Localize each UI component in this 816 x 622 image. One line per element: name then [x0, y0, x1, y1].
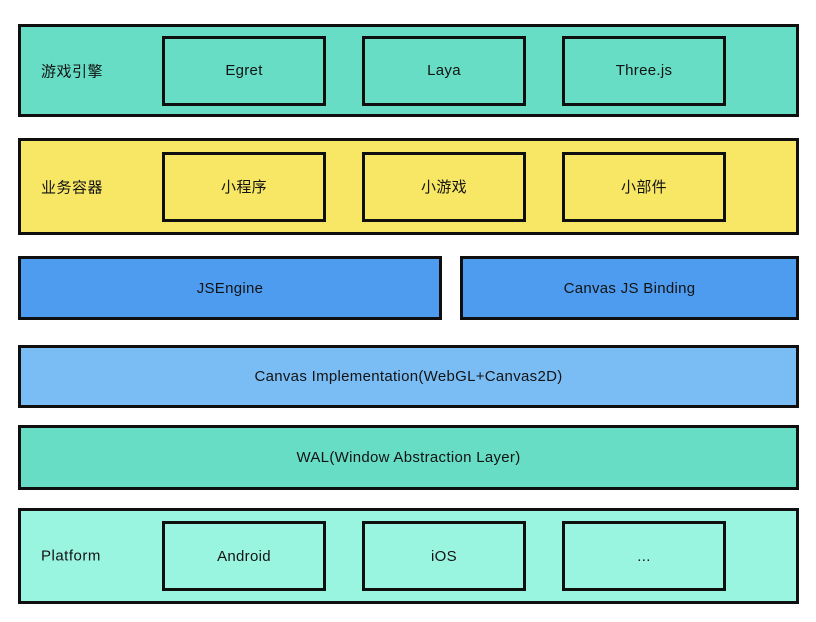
- layer-label-business-container: 业务容器: [41, 179, 104, 196]
- layer-label-platform: Platform: [41, 547, 101, 565]
- layer-band-canvas-implementation[interactable]: Canvas Implementation(WebGL+Canvas2D): [18, 345, 799, 408]
- container-box-minigame[interactable]: 小游戏: [362, 151, 526, 222]
- container-box-minigame-label: 小游戏: [421, 179, 467, 196]
- engine-box-laya[interactable]: Laya: [362, 35, 526, 106]
- layer-band-canvas-js-binding[interactable]: Canvas JS Binding: [460, 256, 799, 320]
- layer-band-game-engine[interactable]: 游戏引擎 Egret Laya Three.js: [18, 24, 799, 117]
- engine-box-egret[interactable]: Egret: [162, 35, 326, 106]
- container-box-miniwidget[interactable]: 小部件: [562, 151, 726, 222]
- layer-band-wal[interactable]: WAL(Window Abstraction Layer): [18, 425, 799, 490]
- engine-box-egret-label: Egret: [225, 62, 263, 79]
- container-box-miniprogram-label: 小程序: [221, 179, 267, 196]
- layer-band-business-container[interactable]: 业务容器 小程序 小游戏 小部件: [18, 138, 799, 235]
- platform-box-ios[interactable]: iOS: [362, 521, 526, 591]
- platform-box-other-label: ...: [637, 547, 651, 565]
- layer-label-game-engine: 游戏引擎: [41, 63, 104, 80]
- layer-label-canvas-implementation: Canvas Implementation(WebGL+Canvas2D): [254, 368, 563, 385]
- platform-box-android[interactable]: Android: [162, 521, 326, 591]
- layer-label-canvas-js-binding: Canvas JS Binding: [563, 279, 696, 297]
- platform-box-other[interactable]: ...: [562, 521, 726, 591]
- container-box-miniprogram[interactable]: 小程序: [162, 151, 326, 222]
- architecture-diagram: 游戏引擎 Egret Laya Three.js 业务容器 小程序 小游戏 小部…: [0, 0, 816, 622]
- platform-box-android-label: Android: [217, 547, 271, 565]
- container-box-miniwidget-label: 小部件: [621, 179, 667, 196]
- engine-box-threejs[interactable]: Three.js: [562, 35, 726, 106]
- layer-label-wal: WAL(Window Abstraction Layer): [296, 449, 521, 466]
- engine-box-threejs-label: Three.js: [615, 62, 673, 79]
- platform-box-ios-label: iOS: [431, 547, 457, 565]
- engine-box-laya-label: Laya: [427, 62, 461, 79]
- layer-band-platform[interactable]: Platform Android iOS ...: [18, 508, 799, 604]
- layer-label-jsengine: JSEngine: [196, 279, 264, 297]
- layer-band-jsengine[interactable]: JSEngine: [18, 256, 442, 320]
